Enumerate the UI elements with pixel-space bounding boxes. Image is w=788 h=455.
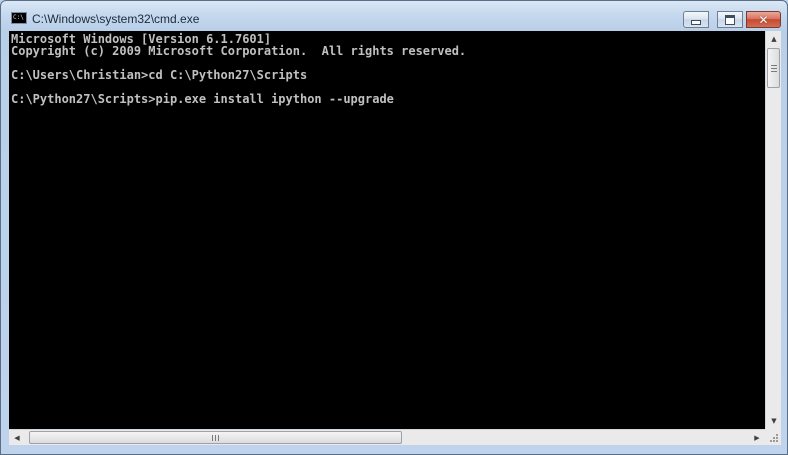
scroll-left-icon[interactable]: ◀ <box>9 430 25 446</box>
grip-dot <box>770 440 772 442</box>
window-title: C:\Windows\system32\cmd.exe <box>32 12 200 26</box>
horizontal-scrollbar[interactable]: ◀ ▶ <box>9 429 765 445</box>
grip-dot <box>773 440 775 442</box>
close-icon: ✕ <box>758 12 769 27</box>
console-output[interactable]: Microsoft Windows [Version 6.1.7601] Cop… <box>9 31 765 429</box>
horizontal-scroll-thumb[interactable] <box>29 431 402 444</box>
cmd-console-icon[interactable]: C:\ <box>11 12 27 24</box>
grip-dot <box>776 440 778 442</box>
minimize-button[interactable] <box>683 11 709 28</box>
grip-line <box>770 67 777 69</box>
maximize-button[interactable] <box>717 11 743 28</box>
console-line: Copyright (c) 2009 Microsoft Corporation… <box>11 44 467 58</box>
title-bar[interactable]: C:\ C:\Windows\system32\cmd.exe ✕ <box>1 1 787 31</box>
grip-line <box>212 434 213 441</box>
grip-dot <box>776 437 778 439</box>
scroll-down-icon[interactable]: ▼ <box>766 413 782 429</box>
grip-line <box>770 64 777 66</box>
grip-dot <box>773 437 775 439</box>
vertical-scroll-thumb[interactable] <box>767 48 780 88</box>
grip-line <box>770 70 777 72</box>
maximize-icon <box>725 14 735 25</box>
resize-grip-icon[interactable] <box>765 429 781 445</box>
grip-line <box>215 434 216 441</box>
scroll-up-icon[interactable]: ▲ <box>766 31 782 47</box>
vertical-scrollbar[interactable]: ▲ ▼ <box>765 31 781 429</box>
minimize-icon <box>691 20 701 25</box>
grip-line <box>218 434 219 441</box>
console-line: C:\Users\Christian>cd C:\Python27\Script… <box>11 68 308 82</box>
grip-dot <box>776 434 778 436</box>
cmd-window: C:\ C:\Windows\system32\cmd.exe ✕ Micros… <box>0 0 788 455</box>
close-button[interactable]: ✕ <box>746 11 781 28</box>
console-line: C:\Python27\Scripts>pip.exe install ipyt… <box>11 92 394 106</box>
scroll-right-icon[interactable]: ▶ <box>749 430 765 446</box>
